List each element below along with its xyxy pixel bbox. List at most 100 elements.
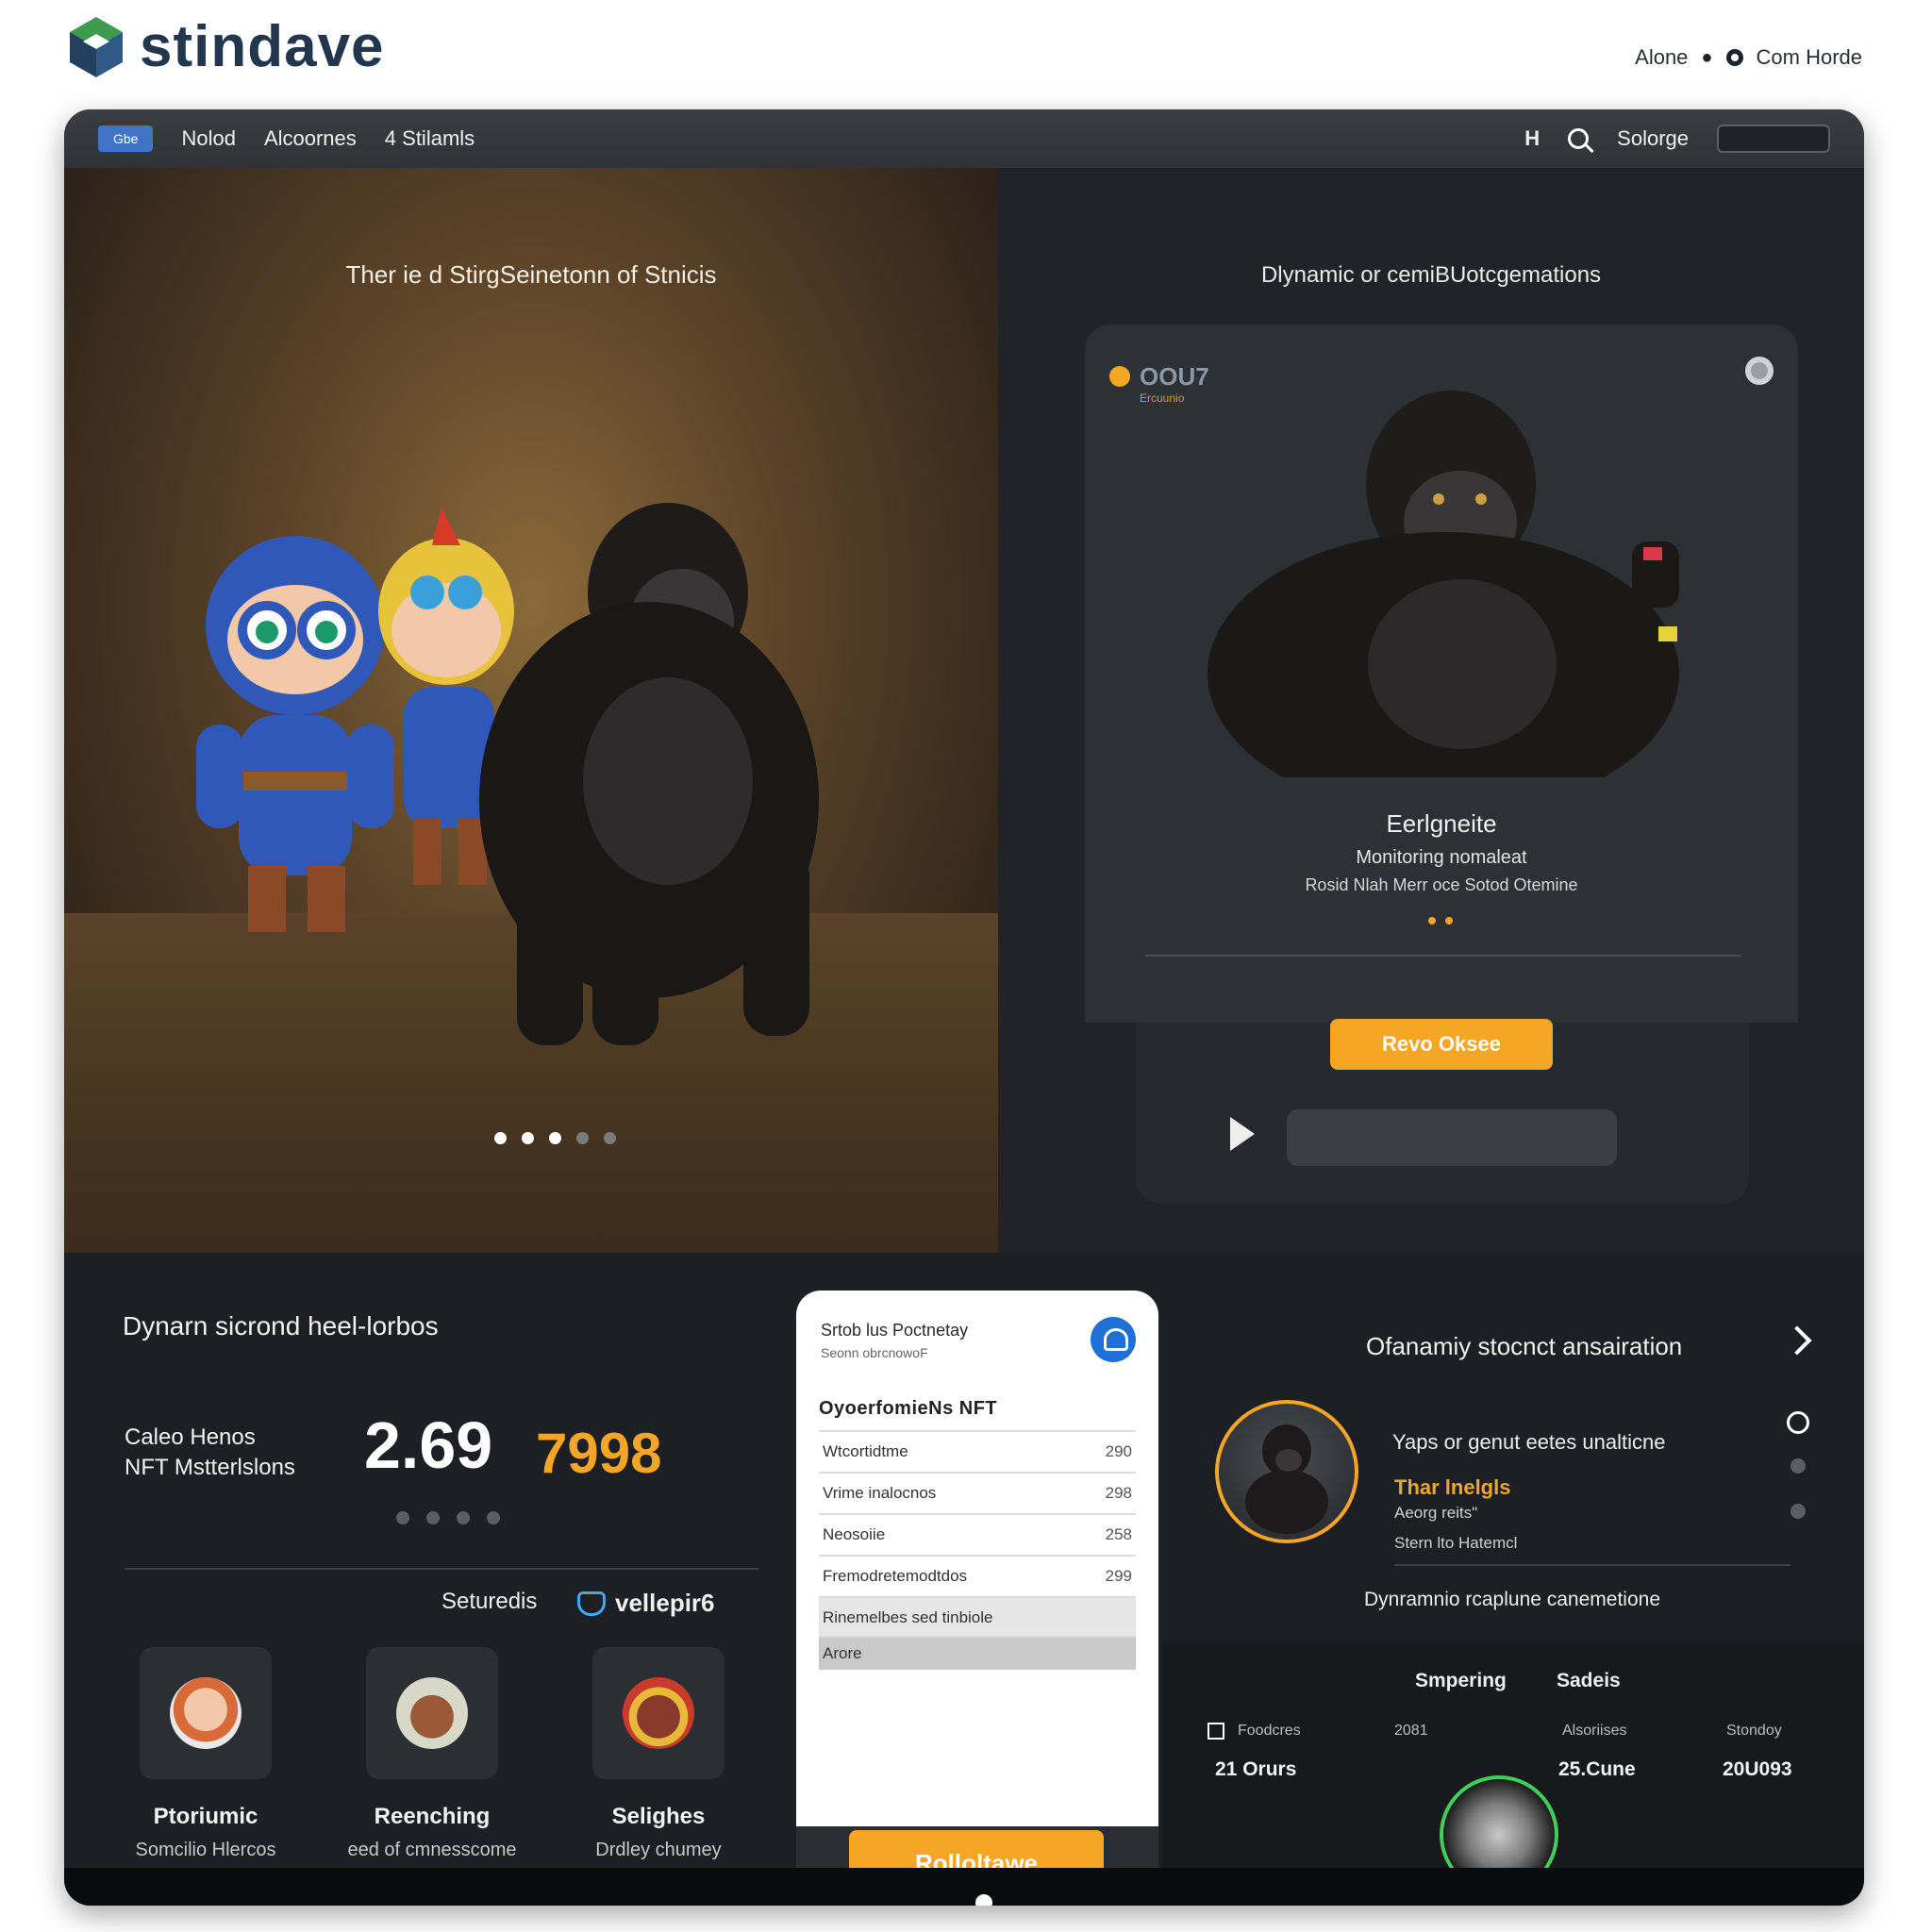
stats-label: Alsoriises	[1562, 1723, 1627, 1739]
table-row[interactable]: Neosoiie 258	[819, 1513, 1136, 1555]
card-line-2: Rosid Nlah Merr oce Sotod Otemine	[1305, 875, 1578, 894]
top-link-alone[interactable]: Alone	[1635, 45, 1688, 70]
top-links: Alone ● Com Horde	[1635, 45, 1862, 70]
table-row[interactable]: Wtcortidtme 290	[819, 1430, 1136, 1472]
share-icon[interactable]	[1782, 1325, 1812, 1356]
search-input[interactable]	[1717, 125, 1830, 153]
carousel-dot[interactable]	[549, 1132, 561, 1144]
top-nav: Gbe Nolod Alcoornes 4 Stilamls H Solorge	[64, 109, 1864, 168]
nav-item-2[interactable]: Alcoornes	[264, 126, 357, 151]
hero-left-title: Ther ie d StirgSeinetonn of Stnicis	[345, 260, 717, 289]
character-subtitle: Drdley chumey	[595, 1840, 722, 1860]
play-icon[interactable]	[1230, 1117, 1255, 1151]
wifi-shield-icon	[577, 1591, 606, 1616]
right-subtitle: Dynramnio rcaplune canemetione	[1364, 1589, 1661, 1610]
bottom-left-divider	[125, 1568, 758, 1570]
character-tile[interactable]	[366, 1647, 498, 1779]
gorilla-portrait-illustration	[1208, 391, 1679, 777]
stats-label: Foodcres	[1238, 1723, 1301, 1739]
right-line-1: Yaps or genut eetes unalticne	[1392, 1430, 1666, 1454]
gorilla-avatar[interactable]	[1215, 1400, 1358, 1543]
search-icon[interactable]	[1568, 128, 1590, 149]
top-link-com-horde[interactable]: Com Horde	[1757, 45, 1862, 70]
stat-label-line-1: Caleo Henos	[125, 1424, 256, 1450]
character-name: Selighes	[611, 1804, 706, 1829]
hero: Ther ie d StirgSeinetonn of Stnicis Dlyn…	[64, 168, 1864, 1253]
brand[interactable]: stindave	[66, 13, 385, 80]
row-value: 258	[1105, 1525, 1132, 1543]
card-dot	[1428, 917, 1436, 924]
pager-dot[interactable]	[1790, 1458, 1806, 1474]
nav-badge[interactable]: Gbe	[98, 125, 154, 152]
stats-head-2: Sadeis	[1557, 1670, 1621, 1691]
stat-big-value: 2.69	[364, 1408, 493, 1482]
card-line-1: Monitoring nomaleat	[1356, 847, 1527, 868]
stat-label-line-2: NFT Mstterlslons	[125, 1455, 295, 1480]
stat-dots[interactable]	[396, 1511, 500, 1524]
carousel-dot[interactable]	[576, 1132, 589, 1144]
panel-title: Srtob lus Poctnetay	[821, 1321, 969, 1340]
stats-panel: Srtob lus Poctnetay Seonn obrcnowoF Oyoe…	[796, 1291, 1158, 1826]
nav-item-1[interactable]: Nolod	[181, 126, 235, 151]
stats-head-1: Smpering	[1415, 1670, 1507, 1691]
row-value: 298	[1105, 1484, 1132, 1502]
carousel-dot[interactable]	[604, 1132, 616, 1144]
character-tile[interactable]	[592, 1647, 724, 1779]
page-indicator-dot[interactable]	[975, 1894, 992, 1906]
stats-value: 25.Cune	[1558, 1758, 1636, 1780]
record-icon[interactable]	[1725, 49, 1743, 66]
user-icon[interactable]	[1091, 1317, 1136, 1362]
character-avatar	[623, 1677, 694, 1749]
table-row[interactable]: Fremodretemodtdos 299	[819, 1555, 1136, 1596]
character-name: Ptoriumic	[153, 1804, 258, 1829]
carousel-dot[interactable]	[494, 1132, 507, 1144]
right-line-3: Aeorg reits"	[1394, 1504, 1478, 1522]
panel-table-heading: OyoerfomieNs NFT	[819, 1398, 998, 1419]
carousel-dot[interactable]	[522, 1132, 534, 1144]
character-avatar	[396, 1677, 468, 1749]
table-row[interactable]: Arore	[819, 1636, 1136, 1670]
card-footer: Revo Oksee	[1136, 1019, 1749, 1204]
row-label: Wtcortidtme	[823, 1442, 908, 1460]
stat-dot[interactable]	[487, 1511, 500, 1524]
table-row[interactable]: Rinemelbes sed tinbiole	[819, 1596, 1136, 1638]
nft-card[interactable]: OOU7 Ercuunio Eerlgneite Monitoring noma…	[1085, 325, 1798, 1023]
pager-dot[interactable]	[1790, 1504, 1806, 1519]
panel-subtitle: Seonn obrcnowoF	[821, 1345, 928, 1360]
stat-dot[interactable]	[457, 1511, 470, 1524]
card-dots	[1428, 917, 1453, 924]
character-name: Reenching	[374, 1804, 491, 1829]
stats-value: 21 Orurs	[1215, 1758, 1297, 1780]
brand-mini[interactable]: vellepir6	[577, 1589, 715, 1618]
character-subtitle: Somcilio Hlercos	[135, 1840, 276, 1860]
bottom-bar	[64, 1868, 1864, 1906]
gorilla-avatar-illustration	[1245, 1424, 1328, 1534]
fire-icon[interactable]: ●	[1701, 47, 1712, 69]
characters-heading: Seturedis	[441, 1589, 538, 1614]
stat-label: Caleo Henos NFT Mstterlslons	[125, 1423, 295, 1483]
nav-letter[interactable]: H	[1524, 126, 1540, 151]
card-action-button[interactable]: Revo Oksee	[1330, 1019, 1553, 1070]
row-label: Arore	[823, 1644, 862, 1662]
brand-mini-label: vellepir6	[615, 1589, 715, 1617]
nav-item-3[interactable]: 4 Stilamls	[385, 126, 475, 151]
table-row[interactable]: Vrime inalocnos 298	[819, 1472, 1136, 1513]
row-value: 290	[1105, 1442, 1132, 1460]
brand-logo-icon	[70, 16, 123, 77]
checkbox[interactable]	[1208, 1723, 1224, 1740]
stats-label: 2081	[1394, 1723, 1428, 1739]
card-divider	[1145, 955, 1741, 957]
row-label: Rinemelbes sed tinbiole	[823, 1608, 993, 1626]
stats-strip: Smpering Sadeis Foodcres 2081 Alsoriises…	[1162, 1641, 1864, 1906]
card-name: Eerlgneite	[1386, 809, 1497, 838]
character-tile[interactable]	[140, 1647, 272, 1779]
bottom-left-title: Dynarn sicrond heel-lorbos	[123, 1311, 439, 1341]
stat-dot[interactable]	[396, 1511, 409, 1524]
app-window: Gbe Nolod Alcoornes 4 Stilamls H Solorge…	[64, 109, 1864, 1906]
hero-carousel-dots[interactable]	[494, 1132, 616, 1144]
row-label: Vrime inalocnos	[823, 1484, 937, 1502]
stat-dot[interactable]	[426, 1511, 440, 1524]
bottom-section: Dynarn sicrond heel-lorbos Caleo Henos N…	[64, 1253, 1864, 1906]
radio-option[interactable]	[1787, 1411, 1809, 1434]
character-subtitle: eed of cmnesscome	[347, 1840, 517, 1860]
